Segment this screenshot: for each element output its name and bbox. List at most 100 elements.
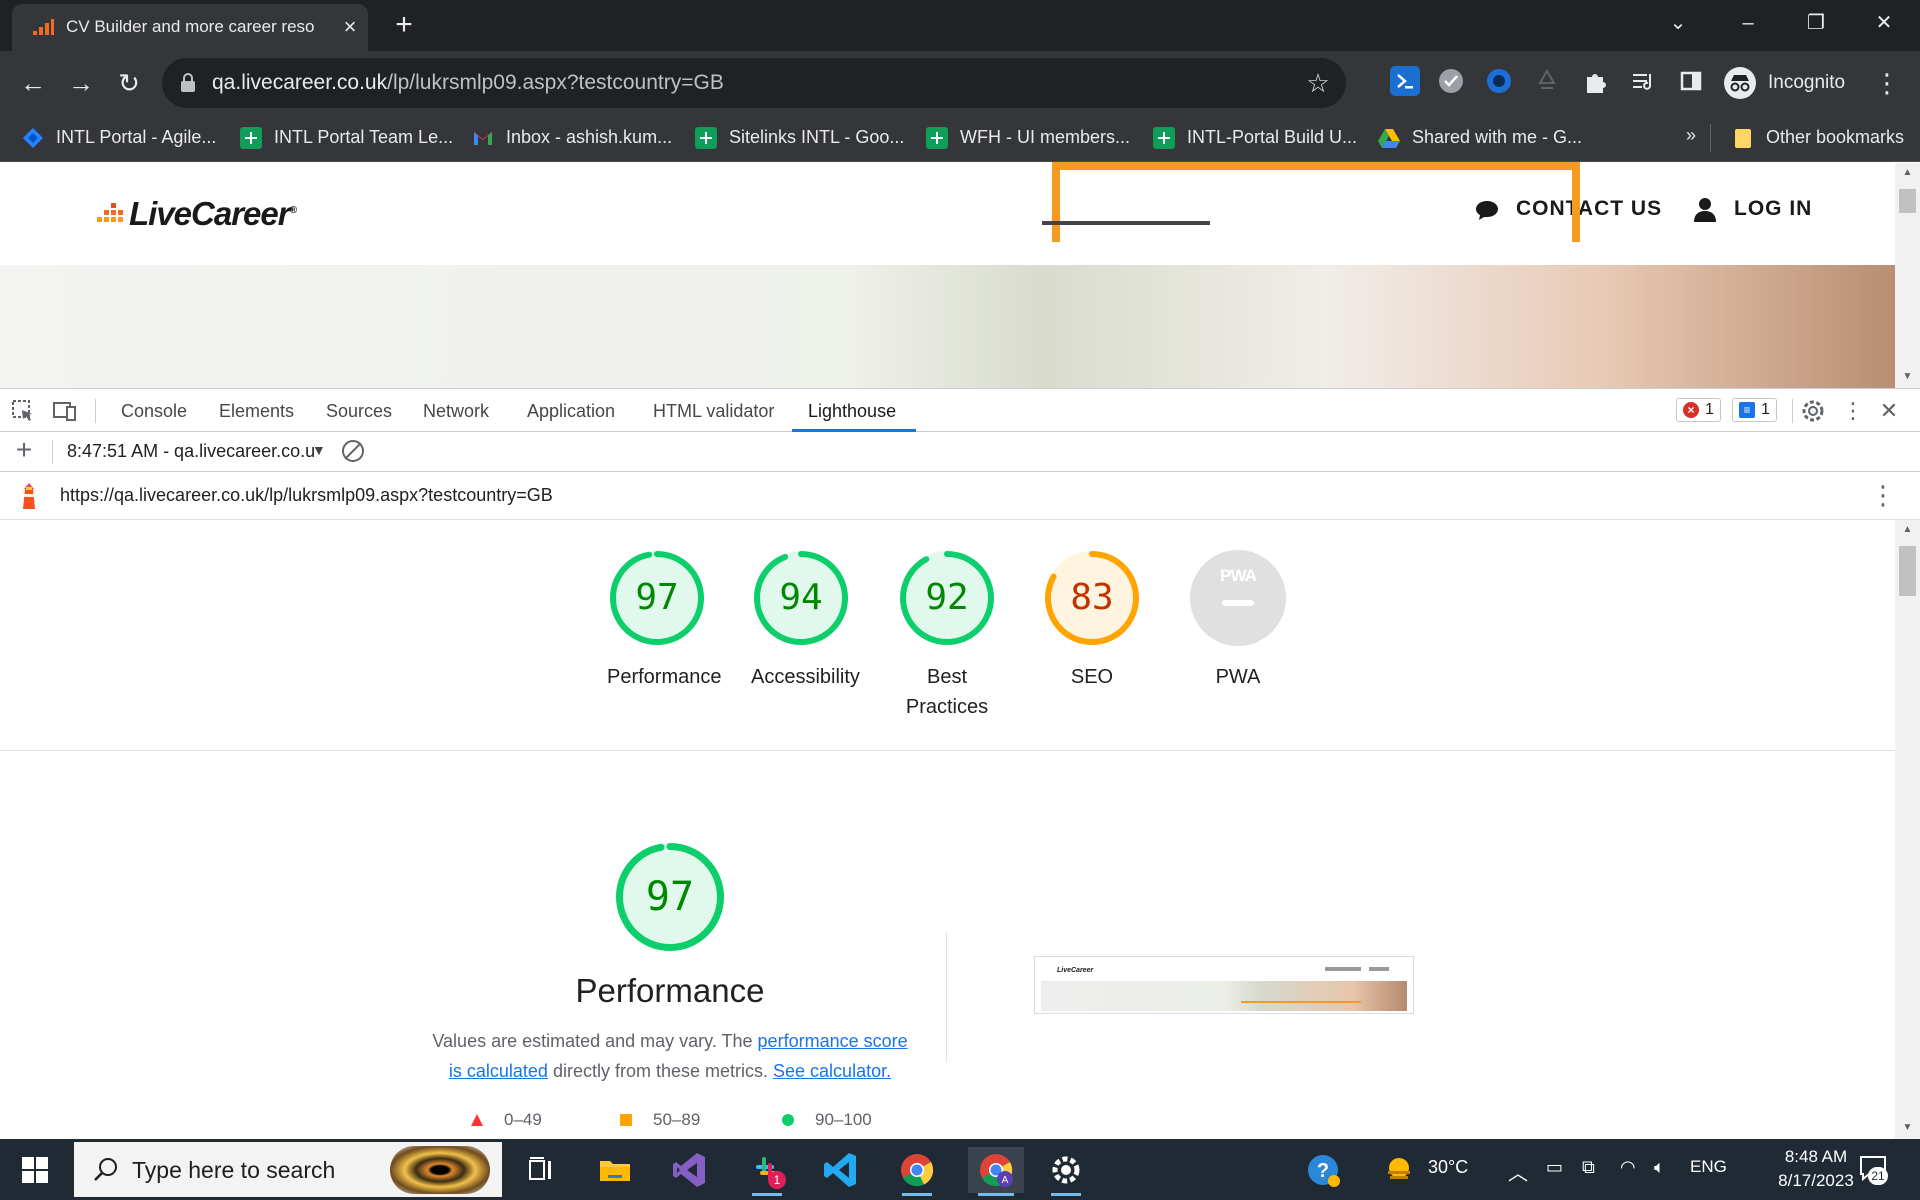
meet-now-icon[interactable]: ▭ (1546, 1157, 1563, 1178)
score-gauge-performance[interactable]: 97 Performance (607, 550, 722, 692)
volume-icon[interactable]: 🔈︎ (1654, 1157, 1665, 1178)
scroll-thumb[interactable] (1899, 189, 1916, 213)
task-view-icon[interactable] (518, 1147, 564, 1193)
tab-elements[interactable]: Elements (219, 401, 294, 422)
input-language[interactable]: ENG (1690, 1157, 1727, 1177)
wifi-icon[interactable]: ◠ (1620, 1157, 1636, 1178)
blue-circle-extension-icon[interactable] (1484, 66, 1514, 96)
new-report-icon[interactable]: + (12, 436, 36, 464)
powershell-extension-icon[interactable] (1390, 66, 1420, 96)
restore-icon[interactable]: ❐ (1796, 8, 1836, 38)
display-icon[interactable]: ⧉ (1582, 1157, 1595, 1178)
scroll-up-icon[interactable]: ▲ (1900, 167, 1915, 179)
error-icon: × (1683, 402, 1699, 418)
tab-lighthouse[interactable]: Lighthouse (808, 401, 896, 422)
forward-icon[interactable]: → (64, 66, 98, 100)
extensions-puzzle-icon[interactable] (1580, 66, 1610, 96)
chrome-menu-icon[interactable]: ⋮ (1870, 66, 1904, 100)
bookmark-label: INTL Portal - Agile... (56, 127, 217, 147)
media-queue-icon[interactable] (1628, 66, 1658, 96)
google-sheets-icon (1153, 127, 1175, 149)
new-tab-icon[interactable]: + (388, 10, 420, 42)
performance-large-gauge: 97 (610, 842, 730, 952)
log-in-label: LOG IN (1734, 197, 1813, 220)
logo-text: LiveCareer® (129, 195, 297, 233)
inspect-element-icon[interactable] (10, 398, 36, 424)
recycle-extension-icon[interactable] (1532, 66, 1562, 96)
visual-studio-icon[interactable] (667, 1147, 713, 1193)
windows-start-icon[interactable] (22, 1157, 48, 1183)
report-selector[interactable]: 8:47:51 AM - qa.livecareer.co.u (67, 441, 315, 462)
triangle-icon (471, 1114, 483, 1126)
tab-title: CV Builder and more career reso (66, 17, 315, 36)
profile-label: Incognito (1768, 72, 1846, 93)
scroll-thumb[interactable] (1899, 546, 1916, 596)
google-sheets-icon (240, 127, 262, 149)
dropdown-caret-icon[interactable]: ▼ (312, 442, 326, 458)
chrome-incognito-icon[interactable]: A (968, 1147, 1024, 1196)
user-icon (1694, 198, 1716, 222)
devtools-close-icon[interactable]: ✕ (1876, 398, 1902, 424)
message-count-badge[interactable]: ≡ 1 (1732, 398, 1777, 422)
weather-temperature[interactable]: 30°C (1428, 1157, 1468, 1178)
bookmark-star-icon[interactable]: ☆ (1302, 67, 1334, 99)
error-count: 1 (1705, 401, 1714, 418)
logo-registered-mark: ® (289, 205, 297, 216)
back-icon[interactable]: ← (16, 66, 50, 100)
scroll-down-icon[interactable]: ▼ (1900, 1122, 1915, 1134)
notification-center-icon[interactable]: 21 (1858, 1153, 1888, 1185)
tab-application[interactable]: Application (527, 401, 615, 422)
score-gauge-pwa[interactable]: PWA PWA (1188, 550, 1288, 692)
clock-date: 8/17/2023 (1778, 1171, 1854, 1190)
bookmark-label: INTL Portal Team Le... (274, 127, 454, 147)
address-bar[interactable]: qa.livecareer.co.uk/lp/lukrsmlp09.aspx?t… (162, 58, 1346, 108)
gauge-ring: 97 (609, 550, 705, 646)
score-gauge-accessibility[interactable]: 94 Accessibility (751, 550, 860, 692)
settings-gear-icon[interactable] (1800, 398, 1826, 424)
tab-html-validator[interactable]: HTML validator (653, 401, 774, 422)
tab-close-icon[interactable]: × (338, 15, 362, 39)
page-screenshot-thumbnail[interactable]: LiveCareer (1034, 956, 1414, 1014)
score-gauge-best-practices[interactable]: 92 Best Practices (897, 550, 997, 722)
see-calculator-link[interactable]: See calculator. (773, 1061, 891, 1081)
lock-icon (181, 73, 195, 92)
jira-icon (23, 128, 43, 148)
tab-search-chevron-icon[interactable]: ⌄ (1658, 8, 1698, 38)
tab-console[interactable]: Console (121, 401, 187, 422)
system-clock[interactable]: 8:48 AM 8/17/2023 (1768, 1145, 1864, 1193)
device-toolbar-icon[interactable] (52, 398, 78, 424)
file-explorer-icon[interactable] (592, 1147, 638, 1193)
browser-tab[interactable]: CV Builder and more career reso × (12, 4, 368, 51)
devtools-menu-icon[interactable]: ⋮ (1840, 398, 1866, 424)
devtools-divider (95, 399, 96, 423)
browser-toolbar: ← → ↻ qa.livecareer.co.uk/lp/lukrsmlp09.… (0, 51, 1920, 116)
help-icon[interactable]: ? (1300, 1147, 1346, 1193)
taskbar-search-box[interactable]: Type here to search (74, 1142, 502, 1197)
devtools-divider (1792, 399, 1793, 423)
report-scrollbar[interactable]: ▲ ▼ (1895, 520, 1920, 1139)
report-menu-icon[interactable]: ⋮ (1870, 480, 1896, 510)
reload-icon[interactable]: ↻ (112, 66, 146, 100)
livecareer-favicon-icon (33, 19, 54, 35)
error-count-badge[interactable]: × 1 (1676, 398, 1721, 422)
score-gauge-seo[interactable]: 83 SEO (1042, 550, 1142, 692)
tab-network[interactable]: Network (423, 401, 489, 422)
settings-gear-icon[interactable] (1043, 1147, 1089, 1196)
scroll-down-icon[interactable]: ▼ (1900, 371, 1915, 383)
side-panel-icon[interactable] (1676, 66, 1706, 96)
chrome-icon[interactable] (894, 1147, 940, 1196)
scroll-up-icon[interactable]: ▲ (1900, 524, 1915, 536)
check-extension-icon[interactable] (1436, 66, 1466, 96)
tab-sources[interactable]: Sources (326, 401, 392, 422)
slack-icon[interactable]: 1 (744, 1147, 790, 1196)
page-scrollbar[interactable]: ▲ ▼ (1895, 163, 1920, 388)
bookmarks-overflow-button[interactable]: » (1686, 125, 1696, 153)
gauge-ring: 97 (615, 842, 725, 952)
show-hidden-icons[interactable]: ︿ (1508, 1157, 1528, 1186)
clear-reports-icon[interactable] (342, 440, 364, 462)
minimize-icon[interactable]: – (1728, 8, 1768, 38)
vscode-icon[interactable] (818, 1147, 864, 1193)
window-close-icon[interactable]: ✕ (1864, 8, 1904, 38)
score-label: Performance (607, 666, 722, 688)
legend-range: 90–100 (815, 1110, 872, 1129)
